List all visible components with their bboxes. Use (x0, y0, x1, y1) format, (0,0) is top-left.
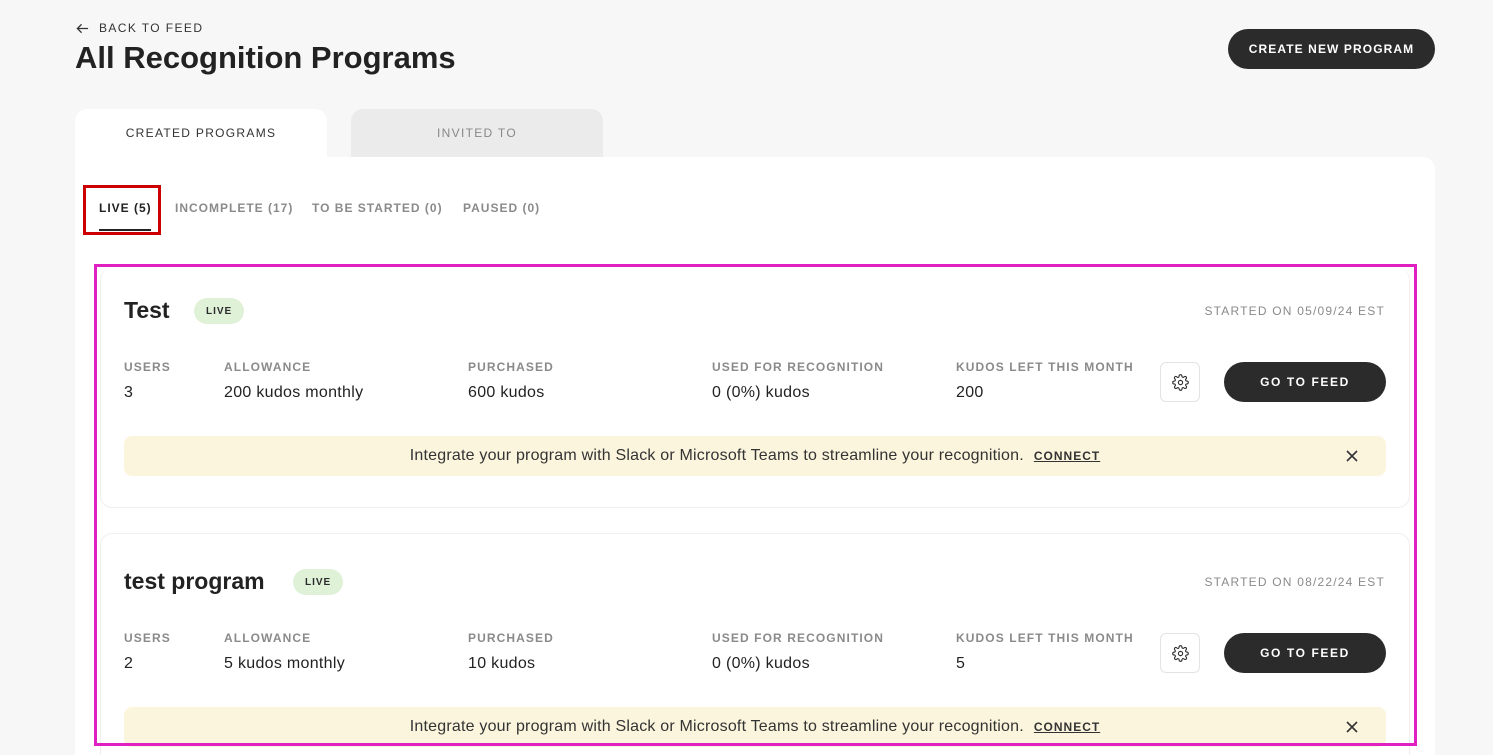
users-label: USERS (124, 360, 171, 374)
users-value: 3 (124, 384, 134, 401)
kudos-left-value: 5 (956, 655, 966, 672)
users-label: USERS (124, 631, 171, 645)
program-card: test program LIVE STARTED ON 08/22/24 ES… (100, 533, 1410, 755)
page-title: All Recognition Programs (75, 40, 456, 75)
used-label: USED FOR RECOGNITION (712, 631, 885, 645)
program-name: test program (124, 568, 265, 594)
purchased-value: 10 kudos (468, 655, 536, 672)
create-new-program-button[interactable]: CREATE NEW PROGRAM (1228, 29, 1435, 69)
allowance-value: 200 kudos monthly (224, 384, 364, 401)
close-icon (1346, 721, 1358, 733)
purchased-value: 600 kudos (468, 384, 545, 401)
banner-close-button[interactable] (1342, 717, 1362, 737)
banner-close-button[interactable] (1342, 446, 1362, 466)
program-settings-button[interactable] (1160, 362, 1200, 402)
used-value: 0 (0%) kudos (712, 655, 810, 672)
connect-link[interactable]: CONNECT (1034, 449, 1100, 463)
banner-message: Integrate your program with Slack or Mic… (409, 718, 1024, 735)
close-icon (1346, 450, 1358, 462)
integration-banner: Integrate your program with Slack or Mic… (124, 436, 1386, 476)
go-to-feed-button[interactable]: GO TO FEED (1224, 633, 1386, 673)
gear-icon (1171, 373, 1189, 391)
used-value: 0 (0%) kudos (712, 384, 810, 401)
go-to-feed-button[interactable]: GO TO FEED (1224, 362, 1386, 402)
program-card: Test LIVE STARTED ON 05/09/24 EST USERS … (100, 268, 1410, 508)
purchased-label: PURCHASED (468, 631, 554, 645)
active-subtab-underline (99, 229, 151, 231)
users-value: 2 (124, 655, 134, 672)
subtab-incomplete[interactable]: INCOMPLETE (17) (175, 201, 293, 215)
allowance-label: ALLOWANCE (224, 360, 312, 374)
back-to-feed-label: BACK TO FEED (99, 21, 204, 35)
tab-created-programs[interactable]: CREATED PROGRAMS (75, 109, 327, 157)
started-date: STARTED ON 05/09/24 EST (1204, 304, 1385, 318)
tab-invited-to[interactable]: INVITED TO (351, 109, 603, 157)
allowance-value: 5 kudos monthly (224, 655, 346, 672)
status-badge: LIVE (293, 569, 344, 595)
arrow-left-icon (76, 23, 89, 33)
back-to-feed-link[interactable]: BACK TO FEED (76, 21, 203, 35)
program-settings-button[interactable] (1160, 633, 1200, 673)
kudos-left-label: KUDOS LEFT THIS MONTH (956, 631, 1134, 645)
status-badge: LIVE (194, 298, 245, 324)
gear-icon (1171, 644, 1189, 662)
purchased-label: PURCHASED (468, 360, 554, 374)
connect-link[interactable]: CONNECT (1034, 720, 1100, 734)
subtab-to-be-started[interactable]: TO BE STARTED (0) (312, 201, 443, 215)
allowance-label: ALLOWANCE (224, 631, 312, 645)
subtab-live[interactable]: LIVE (5) (99, 201, 152, 215)
subtab-paused[interactable]: PAUSED (0) (463, 201, 540, 215)
banner-message: Integrate your program with Slack or Mic… (409, 447, 1024, 464)
kudos-left-label: KUDOS LEFT THIS MONTH (956, 360, 1134, 374)
used-label: USED FOR RECOGNITION (712, 360, 885, 374)
program-name: Test (124, 297, 170, 323)
started-date: STARTED ON 08/22/24 EST (1204, 575, 1385, 589)
kudos-left-value: 200 (956, 384, 984, 401)
integration-banner: Integrate your program with Slack or Mic… (124, 707, 1386, 747)
